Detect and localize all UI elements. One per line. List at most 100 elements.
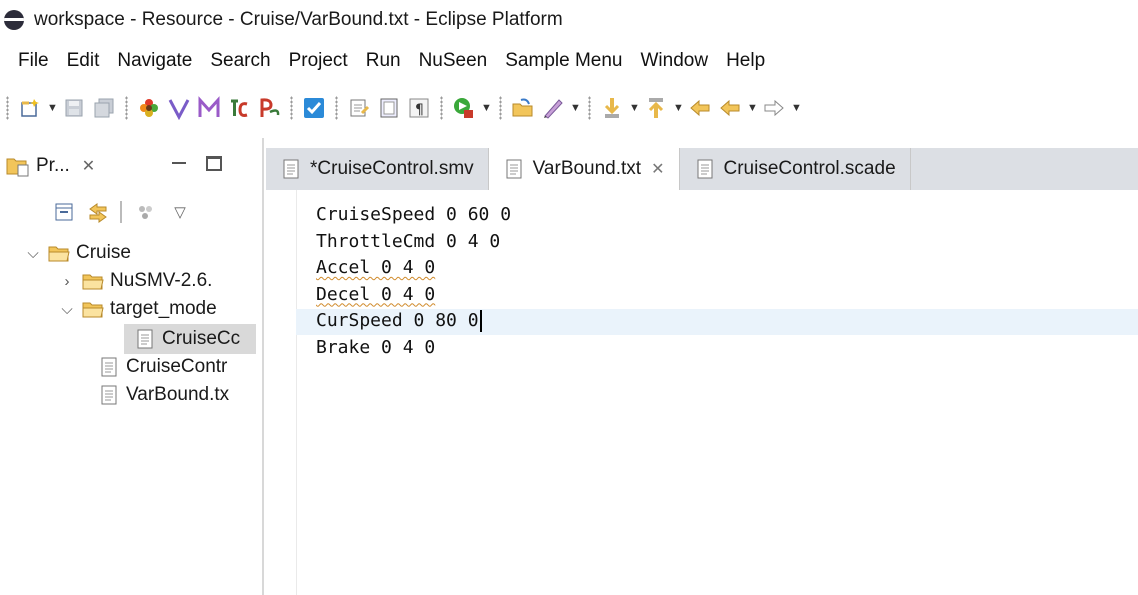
code-line[interactable]: ThrottleCmd 0 4 0 bbox=[316, 229, 511, 256]
tree-node-cruise[interactable]: ⌵ Cruise bbox=[24, 238, 131, 268]
tree-node-cruisecontrol-child[interactable]: CruiseCc bbox=[124, 324, 256, 354]
folder-icon bbox=[82, 274, 104, 290]
close-icon[interactable]: ✕ bbox=[82, 156, 95, 176]
v-icon[interactable] bbox=[167, 96, 191, 120]
chevron-right-icon[interactable]: › bbox=[58, 273, 76, 290]
run-icon[interactable] bbox=[452, 96, 476, 120]
pe-icon[interactable] bbox=[257, 96, 281, 120]
menu-run[interactable]: Run bbox=[366, 50, 401, 72]
save-icon[interactable] bbox=[62, 96, 86, 120]
tree-node-label: Cruise bbox=[76, 242, 131, 263]
code-line[interactable]: CruiseSpeed 0 60 0 bbox=[316, 202, 511, 229]
project-folder-icon bbox=[48, 246, 70, 262]
text-file-icon bbox=[101, 357, 117, 377]
tab-cruisecontrol-smv[interactable]: *CruiseControl.smv bbox=[266, 148, 489, 190]
forward-icon[interactable] bbox=[762, 96, 786, 120]
text-file-icon bbox=[283, 159, 299, 179]
editor-gutter bbox=[266, 190, 297, 595]
text-file-icon bbox=[506, 159, 522, 179]
filter-icon[interactable] bbox=[134, 200, 158, 224]
check-icon[interactable] bbox=[302, 96, 326, 120]
project-explorer-icon bbox=[6, 158, 29, 177]
chevron-down-icon[interactable]: ⌵ bbox=[58, 301, 76, 318]
close-icon[interactable]: ✕ bbox=[651, 159, 664, 179]
collapse-all-icon[interactable] bbox=[52, 200, 76, 224]
window-title: workspace - Resource - Cruise/VarBound.t… bbox=[34, 9, 563, 30]
code-line[interactable]: Accel 0 4 0 bbox=[316, 255, 511, 282]
tab-label: CruiseControl.scade bbox=[723, 158, 896, 179]
m-icon[interactable] bbox=[197, 96, 221, 120]
project-explorer-tab[interactable]: Pr... ✕ bbox=[6, 148, 95, 184]
toolbar-separator bbox=[335, 96, 338, 120]
maximize-icon[interactable] bbox=[206, 156, 222, 171]
project-explorer-tab-label: Pr... bbox=[36, 155, 70, 176]
pilcrow-icon[interactable]: ¶ bbox=[407, 96, 431, 120]
menu-bar: File Edit Navigate Search Project Run Nu… bbox=[0, 46, 765, 76]
toolbar-separator bbox=[125, 96, 128, 120]
menu-file[interactable]: File bbox=[18, 50, 49, 72]
tab-label: VarBound.txt bbox=[532, 158, 642, 179]
back-dropdown-icon[interactable]: ▼ bbox=[747, 102, 758, 114]
view-menu-icon[interactable]: ▽ bbox=[168, 200, 192, 224]
link-with-editor-icon[interactable] bbox=[86, 200, 110, 224]
next-annotation-dropdown-icon[interactable]: ▼ bbox=[629, 102, 640, 114]
minimize-icon[interactable] bbox=[172, 162, 186, 164]
menu-sample[interactable]: Sample Menu bbox=[505, 50, 622, 72]
menu-help[interactable]: Help bbox=[726, 50, 765, 72]
tree-node-label: target_mode bbox=[110, 298, 217, 319]
tree-node-label: CruiseContr bbox=[126, 356, 228, 377]
forward-dropdown-icon[interactable]: ▼ bbox=[791, 102, 802, 114]
pen-dropdown-icon[interactable]: ▼ bbox=[570, 102, 581, 114]
text-editor[interactable]: CruiseSpeed 0 60 0 ThrottleCmd 0 4 0 Acc… bbox=[316, 202, 511, 361]
code-line[interactable]: Brake 0 4 0 bbox=[316, 335, 511, 362]
toolbar-separator bbox=[588, 96, 591, 120]
project-explorer: Pr... ✕ ▽ ⌵ Cruise › NuSMV-2.6. ⌵ target… bbox=[0, 138, 264, 595]
code-line[interactable]: Decel 0 4 0 bbox=[316, 282, 511, 309]
menu-nuseen[interactable]: NuSeen bbox=[419, 50, 488, 72]
menu-edit[interactable]: Edit bbox=[67, 50, 100, 72]
save-all-icon[interactable] bbox=[92, 96, 116, 120]
main-toolbar: ▼ ¶ ▼ ▼ ▼ ▼ ▼ ▼ bbox=[0, 90, 1138, 126]
annotation-icon[interactable] bbox=[347, 96, 371, 120]
tree-node-target-model[interactable]: ⌵ target_mode bbox=[58, 294, 217, 324]
document-icon[interactable] bbox=[377, 96, 401, 120]
tree-node-label: VarBound.tx bbox=[126, 384, 230, 405]
tree-node-cruisecontrol-file[interactable]: CruiseContr bbox=[92, 352, 227, 382]
chevron-down-icon[interactable]: ⌵ bbox=[24, 245, 42, 262]
toolbar-separator bbox=[499, 96, 502, 120]
menu-search[interactable]: Search bbox=[210, 50, 270, 72]
prev-annotation-dropdown-icon[interactable]: ▼ bbox=[673, 102, 684, 114]
tab-label: *CruiseControl.smv bbox=[310, 158, 474, 179]
editor-area: *CruiseControl.smv VarBound.txt ✕ Cruise… bbox=[266, 138, 1138, 595]
run-dropdown-icon[interactable]: ▼ bbox=[481, 102, 492, 114]
tree-node-varbound-file[interactable]: VarBound.tx bbox=[92, 380, 229, 410]
prev-annotation-icon[interactable] bbox=[644, 96, 668, 120]
tree-node-nusmv[interactable]: › NuSMV-2.6. bbox=[58, 266, 213, 296]
tab-varbound-txt[interactable]: VarBound.txt ✕ bbox=[488, 148, 680, 190]
eclipse-icon bbox=[4, 10, 24, 30]
pen-icon[interactable] bbox=[541, 96, 565, 120]
code-line-current[interactable]: CurSpeed 0 80 0 bbox=[316, 308, 511, 335]
text-file-icon bbox=[137, 329, 153, 349]
tc-icon[interactable] bbox=[227, 96, 251, 120]
title-bar: workspace - Resource - Cruise/VarBound.t… bbox=[0, 0, 1138, 40]
back-icon[interactable] bbox=[718, 96, 742, 120]
plugin-flower-icon[interactable] bbox=[137, 96, 161, 120]
tree-toolbar-divider bbox=[120, 201, 122, 223]
code-line-text: CurSpeed 0 80 0 bbox=[316, 310, 479, 331]
svg-text:¶: ¶ bbox=[415, 102, 424, 118]
tree-node-label: CruiseCc bbox=[162, 328, 241, 349]
tab-cruisecontrol-scade[interactable]: CruiseControl.scade bbox=[680, 148, 911, 190]
open-folder-icon[interactable] bbox=[511, 96, 535, 120]
last-edit-icon[interactable] bbox=[688, 96, 712, 120]
editor-tab-bar: *CruiseControl.smv VarBound.txt ✕ Cruise… bbox=[266, 148, 1138, 190]
menu-navigate[interactable]: Navigate bbox=[117, 50, 192, 72]
text-file-icon bbox=[697, 159, 712, 179]
tree-node-label: NuSMV-2.6. bbox=[110, 270, 213, 291]
menu-window[interactable]: Window bbox=[640, 50, 708, 72]
menu-project[interactable]: Project bbox=[289, 50, 348, 72]
next-annotation-icon[interactable] bbox=[600, 96, 624, 120]
new-dropdown-icon[interactable]: ▼ bbox=[47, 102, 58, 114]
new-icon[interactable] bbox=[18, 96, 42, 120]
text-file-icon bbox=[101, 385, 117, 405]
